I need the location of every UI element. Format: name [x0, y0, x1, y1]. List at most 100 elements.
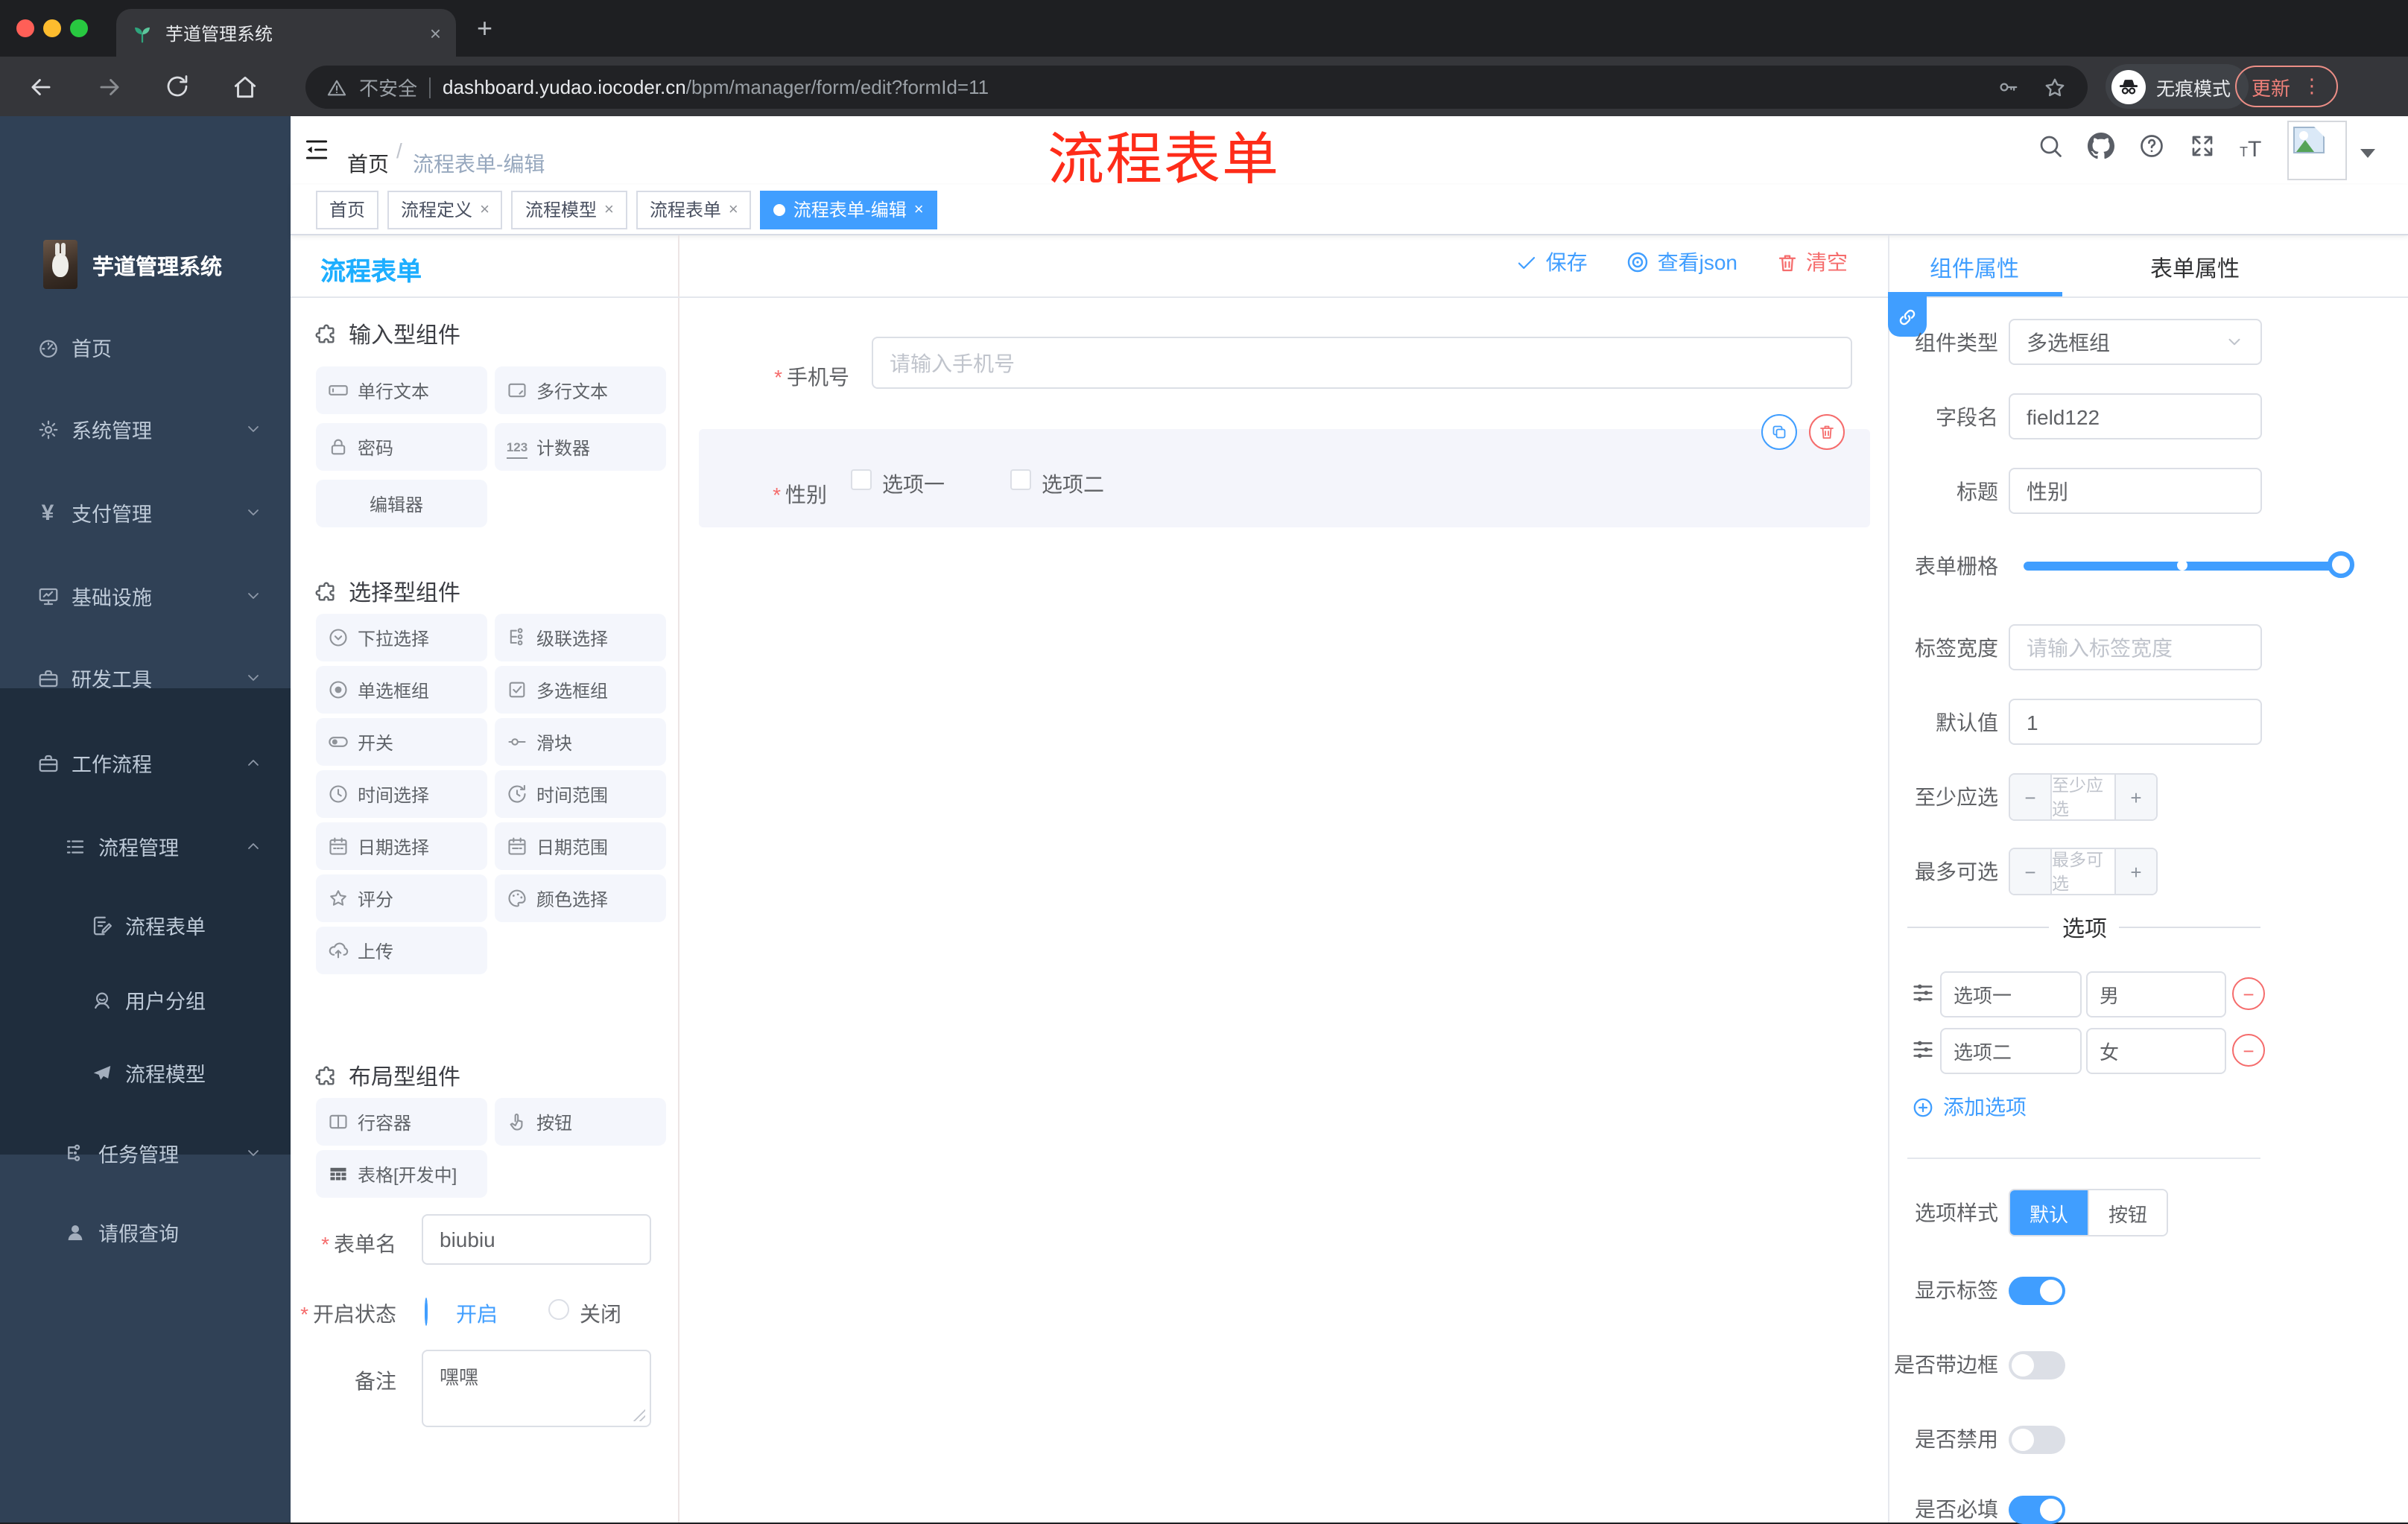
- window-zoom-button[interactable]: [70, 19, 88, 37]
- clear-button[interactable]: 清空: [1776, 247, 1848, 277]
- form-name-input[interactable]: biubiu: [422, 1214, 651, 1265]
- tag-process-form-edit[interactable]: 流程表单-编辑 ×: [760, 190, 937, 229]
- option-2-value-input[interactable]: 女: [2086, 1028, 2226, 1074]
- stepper-decrease-button[interactable]: −: [2010, 775, 2050, 819]
- tag-close-icon[interactable]: ×: [604, 200, 614, 218]
- disabled-switch[interactable]: [2009, 1426, 2065, 1454]
- forward-button[interactable]: [95, 73, 124, 101]
- component-slider[interactable]: 滑块: [495, 718, 666, 766]
- remove-option-1-button[interactable]: −: [2232, 977, 2265, 1010]
- remove-option-2-button[interactable]: −: [2232, 1034, 2265, 1067]
- view-json-button[interactable]: 查看json: [1626, 247, 1737, 277]
- min-select-input[interactable]: 至少应选: [2050, 775, 2116, 819]
- bookmark-star-icon[interactable]: [2043, 75, 2067, 99]
- browser-update-button[interactable]: 更新 ⋮: [2235, 66, 2339, 107]
- selected-field-block[interactable]: [699, 429, 1870, 527]
- copy-field-button[interactable]: [1761, 414, 1797, 450]
- textarea-resize-handle[interactable]: [633, 1409, 645, 1421]
- grid-slider-handle[interactable]: [2328, 551, 2354, 578]
- home-button[interactable]: [231, 73, 259, 101]
- gender-checkbox-1[interactable]: [851, 469, 872, 490]
- component-upload[interactable]: 上传: [316, 927, 487, 974]
- component-time-picker[interactable]: 时间选择: [316, 770, 487, 818]
- component-single-text[interactable]: 单行文本: [316, 366, 487, 414]
- fullscreen-icon[interactable]: [2189, 133, 2216, 159]
- sidebar-item-user-group[interactable]: 用户分组: [89, 979, 206, 1020]
- component-multi-text[interactable]: 多行文本: [495, 366, 666, 414]
- component-color-picker[interactable]: 颜色选择: [495, 874, 666, 922]
- label-width-input[interactable]: 请输入标签宽度: [2009, 624, 2262, 670]
- field-name-input[interactable]: field122: [2009, 393, 2262, 439]
- window-close-button[interactable]: [16, 19, 34, 37]
- font-size-icon[interactable]: TT: [2240, 137, 2261, 164]
- breadcrumb-home[interactable]: 首页: [347, 149, 389, 179]
- tab-form-props[interactable]: 表单属性: [2150, 253, 2240, 284]
- reload-button[interactable]: [164, 73, 191, 100]
- form-remark-textarea[interactable]: 嘿嘿: [422, 1350, 651, 1427]
- radio-off[interactable]: [548, 1299, 569, 1320]
- sidebar-item-process-mgmt[interactable]: 流程管理: [63, 825, 179, 867]
- component-select[interactable]: 下拉选择: [316, 614, 487, 661]
- default-value-input[interactable]: 1: [2009, 699, 2262, 745]
- tab-component-props[interactable]: 组件属性: [1930, 253, 2019, 284]
- help-icon[interactable]: [2138, 133, 2165, 159]
- option-2-label-input[interactable]: 选项二: [1940, 1028, 2082, 1074]
- with-border-switch[interactable]: [2009, 1351, 2065, 1379]
- component-cascader[interactable]: 级联选择: [495, 614, 666, 661]
- tag-close-icon[interactable]: ×: [914, 200, 924, 218]
- tab-close-icon[interactable]: ×: [430, 22, 441, 44]
- component-radio-group[interactable]: 单选框组: [316, 666, 487, 714]
- tag-process-definition[interactable]: 流程定义 ×: [387, 190, 503, 229]
- sidebar-fold-icon[interactable]: [302, 136, 331, 164]
- avatar-dropdown-caret[interactable]: [2360, 149, 2375, 158]
- gender-checkbox-2[interactable]: [1010, 469, 1031, 490]
- gender-option-1-label[interactable]: 选项一: [882, 469, 945, 499]
- required-switch[interactable]: [2009, 1496, 2065, 1524]
- style-default-button[interactable]: 默认: [2010, 1190, 2088, 1235]
- component-date-range[interactable]: 日期范围: [495, 822, 666, 870]
- tag-close-icon[interactable]: ×: [729, 200, 738, 218]
- stepper-increase-button[interactable]: +: [2116, 849, 2156, 894]
- sidebar-item-workflow[interactable]: 工作流程: [36, 742, 152, 784]
- gender-option-2-label[interactable]: 选项二: [1042, 469, 1104, 499]
- sidebar-item-payment[interactable]: ¥ 支付管理: [36, 492, 152, 533]
- radio-off-label[interactable]: 关闭: [580, 1299, 621, 1329]
- component-row-container[interactable]: 行容器: [316, 1098, 487, 1146]
- browser-tab[interactable]: 芋道管理系统 ×: [116, 9, 456, 57]
- new-tab-button[interactable]: +: [477, 15, 492, 42]
- component-checkbox-group[interactable]: 多选框组: [495, 666, 666, 714]
- browser-menu-icon[interactable]: ⋮: [2302, 74, 2322, 98]
- type-select[interactable]: 多选框组: [2009, 319, 2262, 365]
- component-switch[interactable]: 开关: [316, 718, 487, 766]
- sidebar-item-leave-query[interactable]: 请假查询: [63, 1211, 179, 1253]
- stepper-increase-button[interactable]: +: [2116, 775, 2156, 819]
- sidebar-item-process-model[interactable]: 流程模型: [89, 1052, 206, 1093]
- title-input[interactable]: 性别: [2009, 468, 2262, 514]
- component-table[interactable]: 表格[开发中]: [316, 1150, 487, 1198]
- sidebar-item-infra[interactable]: 基础设施: [36, 575, 152, 617]
- sidebar-item-system[interactable]: 系统管理: [36, 408, 152, 450]
- back-button[interactable]: [27, 73, 55, 101]
- sidebar-item-home[interactable]: 首页: [36, 326, 112, 368]
- tag-process-model[interactable]: 流程模型 ×: [511, 190, 627, 229]
- component-password[interactable]: 密码: [316, 423, 487, 471]
- tag-home[interactable]: 首页: [316, 190, 379, 229]
- window-minimize-button[interactable]: [43, 19, 61, 37]
- component-editor[interactable]: 编辑器: [316, 480, 487, 527]
- component-button[interactable]: 按钮: [495, 1098, 666, 1146]
- tag-process-form[interactable]: 流程表单 ×: [636, 190, 752, 229]
- option-drag-handle[interactable]: [1910, 1037, 1936, 1062]
- address-bar[interactable]: 不安全 dashboard.yudao.iocoder.cn/bpm/manag…: [305, 66, 2088, 109]
- password-key-icon[interactable]: [1997, 76, 2019, 98]
- github-icon[interactable]: [2088, 133, 2114, 159]
- option-1-label-input[interactable]: 选项一: [1940, 971, 2082, 1017]
- component-rate[interactable]: 评分: [316, 874, 487, 922]
- max-select-input[interactable]: 最多可选: [2050, 849, 2116, 894]
- sidebar-item-task-mgmt[interactable]: 任务管理: [63, 1132, 179, 1174]
- component-counter[interactable]: 123 计数器: [495, 423, 666, 471]
- stepper-decrease-button[interactable]: −: [2010, 849, 2050, 894]
- option-1-value-input[interactable]: 男: [2086, 971, 2226, 1017]
- tag-close-icon[interactable]: ×: [480, 200, 489, 218]
- option-drag-handle[interactable]: [1910, 980, 1936, 1006]
- show-label-switch[interactable]: [2009, 1277, 2065, 1305]
